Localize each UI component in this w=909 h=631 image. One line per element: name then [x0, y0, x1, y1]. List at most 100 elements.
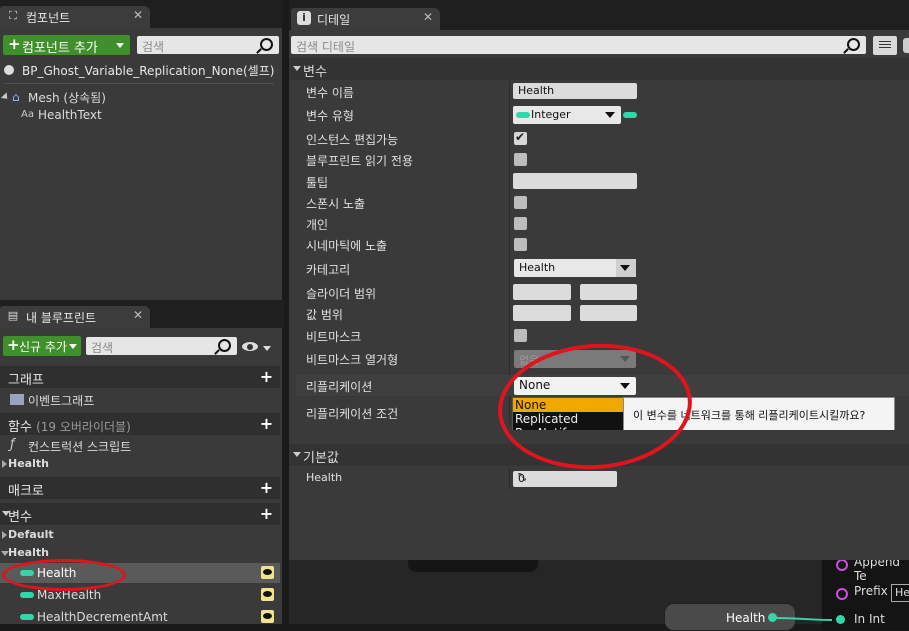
- prop-row-expose-spawn: 스폰시 노출: [296, 192, 909, 213]
- tab-details[interactable]: i 디테일 ✕: [291, 8, 440, 30]
- component-mesh-label: Mesh (상속됨): [28, 91, 106, 105]
- replication-condition-label: 리플리케이션 조건: [306, 407, 399, 421]
- add-function-icon[interactable]: +: [259, 416, 274, 432]
- private-checkbox[interactable]: [514, 217, 527, 230]
- section-functions-label: 함수 (19 오버라이더블): [8, 416, 131, 435]
- info-icon: i: [297, 11, 311, 25]
- prop-row-expose-cinematic: 시네마틱에 노출: [296, 234, 909, 255]
- section-graph[interactable]: 그래프 +: [0, 366, 280, 388]
- expose-spawn-checkbox[interactable]: [514, 196, 527, 209]
- tab-components[interactable]: ⛶ 컴포넌트 ✕: [0, 6, 150, 28]
- close-icon[interactable]: ✕: [423, 10, 433, 24]
- tab-my-blueprint[interactable]: ▤ 내 블루프린트 ✕: [0, 306, 150, 328]
- section-variable-label: 변수: [303, 65, 327, 80]
- section-variable-header[interactable]: 변수: [289, 58, 909, 80]
- private-label: 개인: [306, 218, 329, 232]
- construction-script-item[interactable]: ƒ 컨스트럭션 스크립트: [0, 437, 280, 455]
- slider-range-label: 슬라이더 범위: [306, 287, 377, 301]
- slider-range-max-input[interactable]: [580, 284, 637, 300]
- value-range-label: 값 범위: [306, 308, 343, 322]
- new-add-button[interactable]: + 신규 추가: [3, 336, 81, 356]
- search-placeholder: 검색: [142, 40, 165, 54]
- close-icon[interactable]: ✕: [133, 308, 143, 322]
- add-graph-icon[interactable]: +: [259, 369, 274, 385]
- settings-partial-icon[interactable]: [903, 38, 909, 53]
- annotation-ellipse-variable: [2, 559, 126, 591]
- expand-triangle-icon: [0, 92, 11, 102]
- collapse-triangle-icon: [293, 66, 301, 71]
- expose-cinematic-checkbox[interactable]: [514, 238, 527, 251]
- resize-arrow-icon: ⤡: [518, 472, 526, 483]
- instance-editable-checkbox[interactable]: ✔: [514, 130, 527, 145]
- expose-cinematic-label: 시네마틱에 노출: [306, 239, 388, 253]
- default-health-input[interactable]: 0 ⤡: [513, 471, 617, 487]
- expand-triangle-icon: [2, 460, 7, 468]
- search-icon: [218, 339, 231, 352]
- variable-type-dropdown[interactable]: Integer: [513, 106, 621, 124]
- grid-icon: [879, 41, 891, 50]
- category-health-variables[interactable]: Health: [0, 545, 280, 561]
- blueprint-search-input[interactable]: 검색: [86, 337, 237, 355]
- variable-name-input[interactable]: Health: [513, 83, 637, 99]
- category-default-label: Default: [8, 528, 54, 541]
- add-macro-icon[interactable]: +: [259, 480, 274, 496]
- add-component-label: 컴포넌트 추가: [22, 41, 98, 56]
- plus-icon: +: [8, 35, 21, 53]
- prefix-value: He: [895, 586, 909, 599]
- section-functions[interactable]: 함수 (19 오버라이더블) +: [0, 413, 280, 435]
- category-dropdown[interactable]: Health: [514, 259, 636, 277]
- value-range-max-input[interactable]: [580, 305, 637, 321]
- add-component-button[interactable]: + 컴포넌트 추가: [3, 35, 130, 56]
- bitmask-label: 비트마스크: [306, 330, 362, 344]
- chevron-down-icon: [620, 265, 630, 271]
- property-matrix-button[interactable]: [873, 36, 897, 55]
- prefix-label: Prefix: [854, 584, 888, 598]
- variable-healthdecrementamt-label: HealthDecrementAmt: [37, 610, 168, 624]
- expose-spawn-label: 스폰시 노출: [306, 197, 366, 211]
- eye-icon[interactable]: [261, 588, 274, 601]
- section-macro-label: 매크로: [8, 484, 44, 499]
- event-graph-item[interactable]: 이벤트그래프: [0, 391, 280, 409]
- category-label: 카테고리: [306, 263, 351, 277]
- slider-range-min-input[interactable]: [513, 284, 571, 300]
- section-macro[interactable]: 매크로 +: [0, 477, 280, 499]
- integer-pill-icon: [516, 112, 530, 118]
- event-graph-label: 이벤트그래프: [28, 394, 95, 408]
- variable-name-label: 변수 이름: [306, 86, 354, 100]
- bp-readonly-label: 블루프린트 읽기 전용: [306, 154, 413, 168]
- value-range-min-input[interactable]: [513, 305, 571, 321]
- eye-pupil: [247, 344, 253, 350]
- text-render-icon: Aa: [21, 109, 34, 120]
- bp-readonly-checkbox[interactable]: [514, 153, 527, 166]
- section-variables[interactable]: 변수 +: [0, 503, 280, 525]
- component-root-label: BP_Ghost_Variable_Replication_None(셀프): [22, 64, 275, 78]
- prefix-input[interactable]: He: [891, 584, 909, 602]
- component-mesh-item[interactable]: ⌂ Mesh (상속됨): [0, 88, 280, 106]
- section-variables-label: 변수: [8, 510, 32, 525]
- category-health-functions[interactable]: Health: [0, 456, 280, 472]
- column-divider: [509, 468, 510, 490]
- add-variable-icon[interactable]: +: [259, 506, 274, 522]
- graph-node-health-label: Health: [726, 611, 766, 625]
- variable-name-value: Health: [518, 84, 555, 97]
- component-healthtext-label: HealthText: [38, 108, 102, 122]
- bitmask-checkbox[interactable]: [514, 329, 527, 342]
- component-root-item[interactable]: BP_Ghost_Variable_Replication_None(셀프): [0, 60, 280, 80]
- eye-icon[interactable]: [261, 610, 274, 623]
- search-icon: [847, 38, 860, 51]
- book-icon: ▤: [7, 309, 19, 322]
- category-default[interactable]: Default: [0, 527, 280, 543]
- mesh-icon: ⌂: [12, 90, 20, 104]
- components-search-input[interactable]: 검색: [137, 36, 279, 54]
- close-icon[interactable]: ✕: [133, 8, 143, 22]
- details-search-input[interactable]: 검색 디테일: [291, 36, 866, 54]
- variable-row-healthdecrementamt[interactable]: HealthDecrementAmt: [0, 607, 280, 627]
- instance-editable-label: 인스턴스 편집가능: [306, 133, 399, 147]
- eye-icon[interactable]: [261, 566, 274, 579]
- container-type-icon[interactable]: [623, 112, 637, 118]
- component-healthtext-item[interactable]: Aa HealthText: [0, 107, 280, 125]
- tooltip-input[interactable]: [513, 173, 637, 189]
- visibility-eye-button[interactable]: [242, 339, 272, 355]
- new-add-label: 신규 추가: [19, 340, 67, 354]
- sphere-icon: [4, 65, 14, 75]
